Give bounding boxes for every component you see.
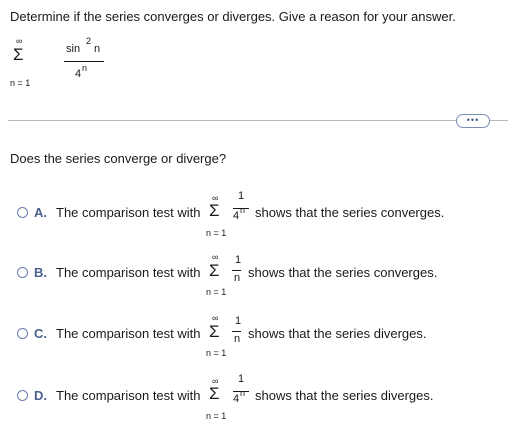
option-d-frac-den-exp: n — [240, 388, 246, 398]
option-b-lower: n = 1 — [206, 287, 227, 297]
option-a-frac-num: 1 — [238, 190, 245, 202]
sigma-symbol: Σ — [13, 45, 24, 64]
option-a-radio[interactable] — [17, 207, 28, 218]
option-d-prefix: The comparison test with — [56, 388, 201, 403]
option-a-prefix: The comparison test with — [56, 205, 201, 220]
option-c-letter: C. — [34, 326, 47, 341]
option-d[interactable]: D. The comparison test with ∞ Σ n = 1 1 … — [0, 366, 516, 426]
question-prompt: Determine if the series converges or div… — [10, 9, 456, 24]
option-c-sigma: Σ — [209, 322, 220, 341]
option-b-prefix: The comparison test with — [56, 265, 201, 280]
option-a-sigma: Σ — [209, 201, 220, 220]
sub-question: Does the series converge or diverge? — [10, 151, 227, 166]
option-b-sigma: Σ — [209, 261, 220, 280]
option-b[interactable]: B. The comparison test with ∞ Σ n = 1 1 … — [0, 245, 516, 305]
option-b-frac-num: 1 — [235, 254, 242, 266]
option-d-sigma: Σ — [209, 384, 220, 403]
fraction-bar — [64, 61, 104, 62]
option-a-lower: n = 1 — [206, 228, 227, 238]
option-d-letter: D. — [34, 388, 47, 403]
option-c-suffix: shows that the series diverges. — [248, 326, 427, 341]
numerator-var: n — [94, 43, 101, 55]
option-a-suffix: shows that the series converges. — [255, 205, 445, 220]
numerator-exp: 2 — [86, 36, 92, 46]
more-button[interactable]: ••• — [456, 114, 490, 128]
option-b-letter: B. — [34, 265, 47, 280]
option-d-suffix: shows that the series diverges. — [255, 388, 434, 403]
denominator-base: 4 — [75, 68, 82, 80]
option-d-radio[interactable] — [17, 390, 28, 401]
option-d-lower: n = 1 — [206, 411, 227, 421]
numerator-func: sin — [66, 43, 81, 55]
option-c-lower: n = 1 — [206, 348, 227, 358]
denominator-exp: n — [82, 63, 88, 73]
option-b-frac-den: n — [234, 272, 241, 284]
option-a-letter: A. — [34, 205, 47, 220]
option-c-prefix: The comparison test with — [56, 326, 201, 341]
option-d-frac-num: 1 — [238, 373, 245, 385]
option-b-radio[interactable] — [17, 267, 28, 278]
option-c-frac-den: n — [234, 333, 241, 345]
option-c-radio[interactable] — [17, 328, 28, 339]
option-b-frac-bar — [232, 270, 241, 271]
option-a-frac-den: 4 — [233, 210, 240, 222]
option-c-frac-num: 1 — [235, 315, 242, 327]
lower-limit: n = 1 — [10, 78, 31, 88]
option-a-frac-den-exp: n — [240, 205, 246, 215]
series-expression: ∞ Σ n = 1 sin 2 n 4 n — [10, 36, 120, 92]
option-c-frac-bar — [232, 331, 241, 332]
option-b-suffix: shows that the series converges. — [248, 265, 438, 280]
option-a[interactable]: A. The comparison test with ∞ Σ n = 1 1 … — [0, 183, 516, 243]
section-divider — [8, 120, 508, 121]
option-d-frac-den: 4 — [233, 393, 240, 405]
option-c[interactable]: C. The comparison test with ∞ Σ n = 1 1 … — [0, 306, 516, 366]
